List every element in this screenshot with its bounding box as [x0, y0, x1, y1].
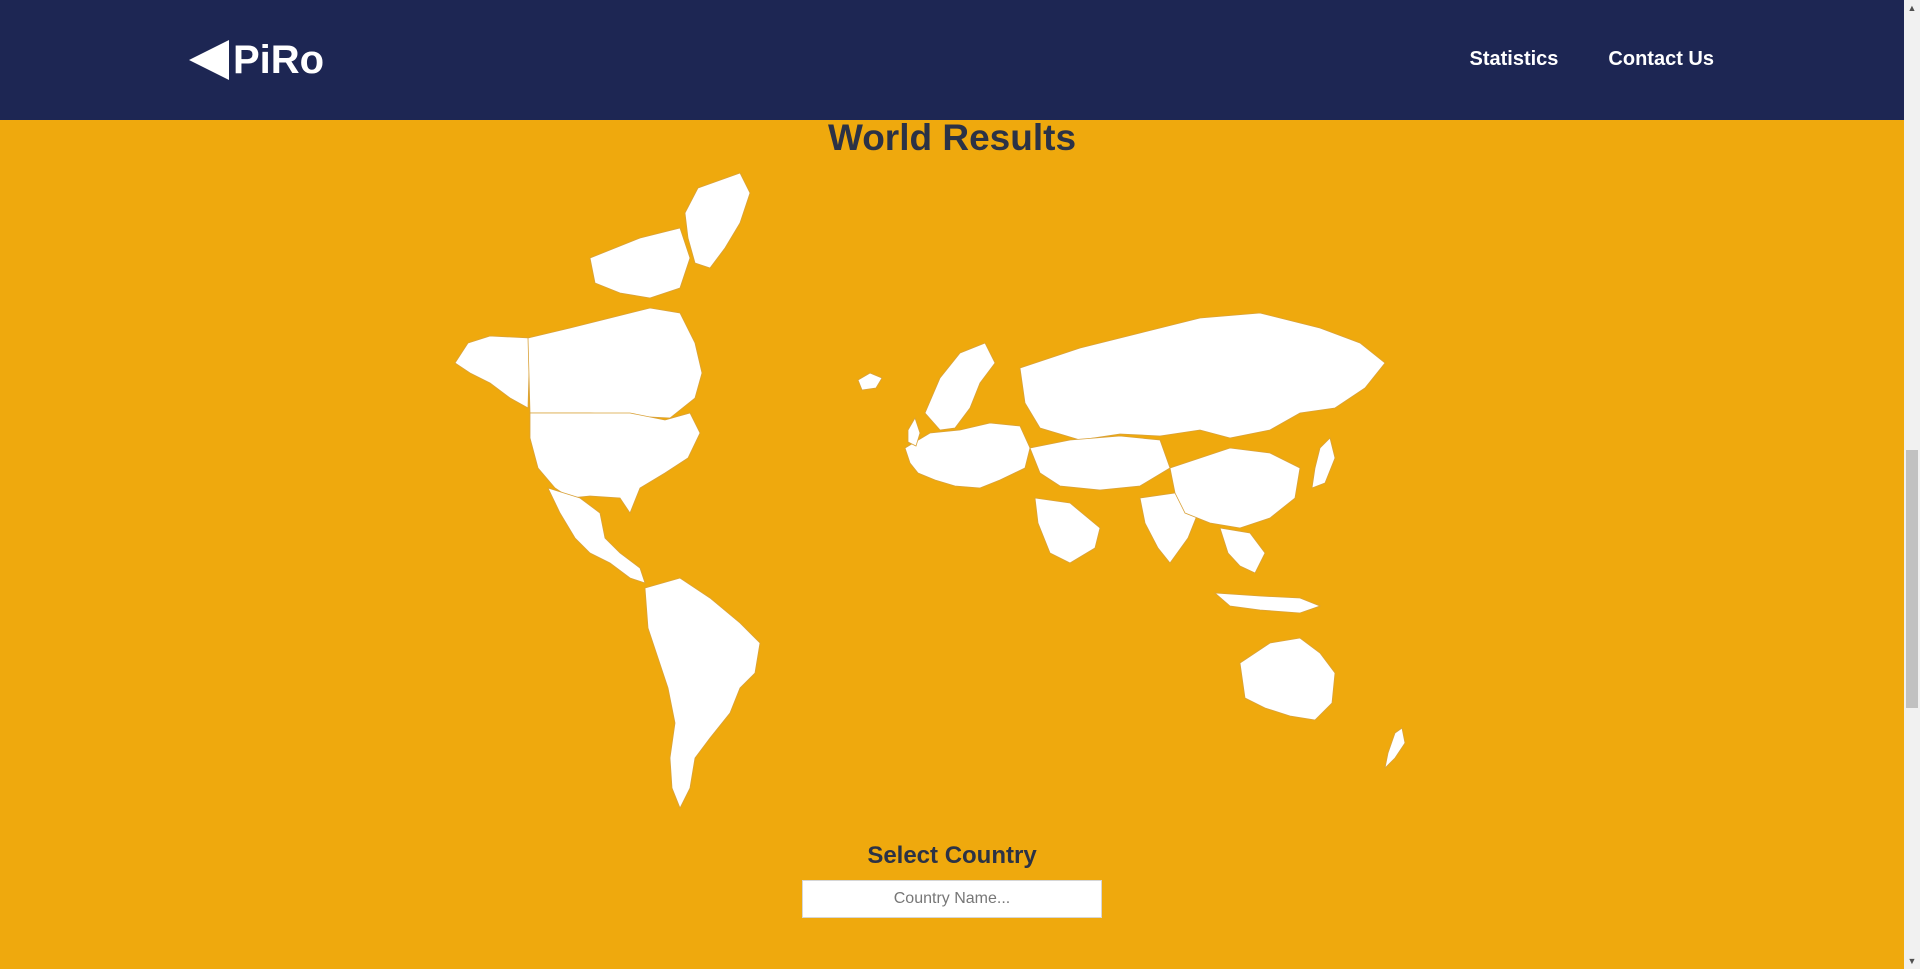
map-region-greenland[interactable] [684, 172, 751, 269]
logo-text: PiRo [233, 38, 325, 82]
nav-contact-us-link[interactable]: Contact Us [1608, 48, 1714, 71]
page-title: World Results [827, 117, 1077, 158]
map-region-arctic-islands[interactable] [589, 227, 691, 299]
map-region-russia[interactable] [1019, 312, 1386, 441]
scroll-thumb[interactable] [1906, 450, 1918, 708]
map-region-central-asia[interactable] [1029, 435, 1171, 491]
map-region-iceland[interactable] [857, 372, 883, 391]
map-region-south-america[interactable] [644, 577, 761, 809]
scroll-down-icon[interactable]: ▼ [1904, 953, 1920, 969]
world-map[interactable] [440, 168, 1460, 818]
map-region-europe[interactable] [904, 422, 1031, 489]
page-scrollbar[interactable]: ▲ ▼ [1904, 0, 1920, 969]
map-region-arabia[interactable] [1034, 497, 1101, 564]
select-country-label: Select Country [867, 842, 1037, 869]
map-region-japan[interactable] [1311, 437, 1336, 489]
logo-link[interactable]: PiRo [189, 38, 324, 82]
world-map-svg[interactable] [440, 168, 1460, 818]
country-name-input[interactable] [802, 880, 1102, 918]
map-region-canada[interactable] [527, 307, 703, 419]
nav-links: Statistics Contact Us [1469, 48, 1714, 71]
map-region-indonesia[interactable] [1213, 592, 1322, 614]
map-region-alaska[interactable] [454, 335, 531, 409]
map-region-new-zealand[interactable] [1384, 727, 1406, 770]
map-region-scandinavia[interactable] [924, 342, 996, 431]
left-triangle-icon [189, 40, 229, 80]
map-region-australia[interactable] [1239, 637, 1336, 721]
scroll-up-icon[interactable]: ▲ [1904, 0, 1920, 16]
map-region-southeast-asia[interactable] [1219, 527, 1266, 574]
navbar: PiRo Statistics Contact Us [0, 0, 1904, 120]
nav-statistics-link[interactable]: Statistics [1469, 48, 1558, 71]
